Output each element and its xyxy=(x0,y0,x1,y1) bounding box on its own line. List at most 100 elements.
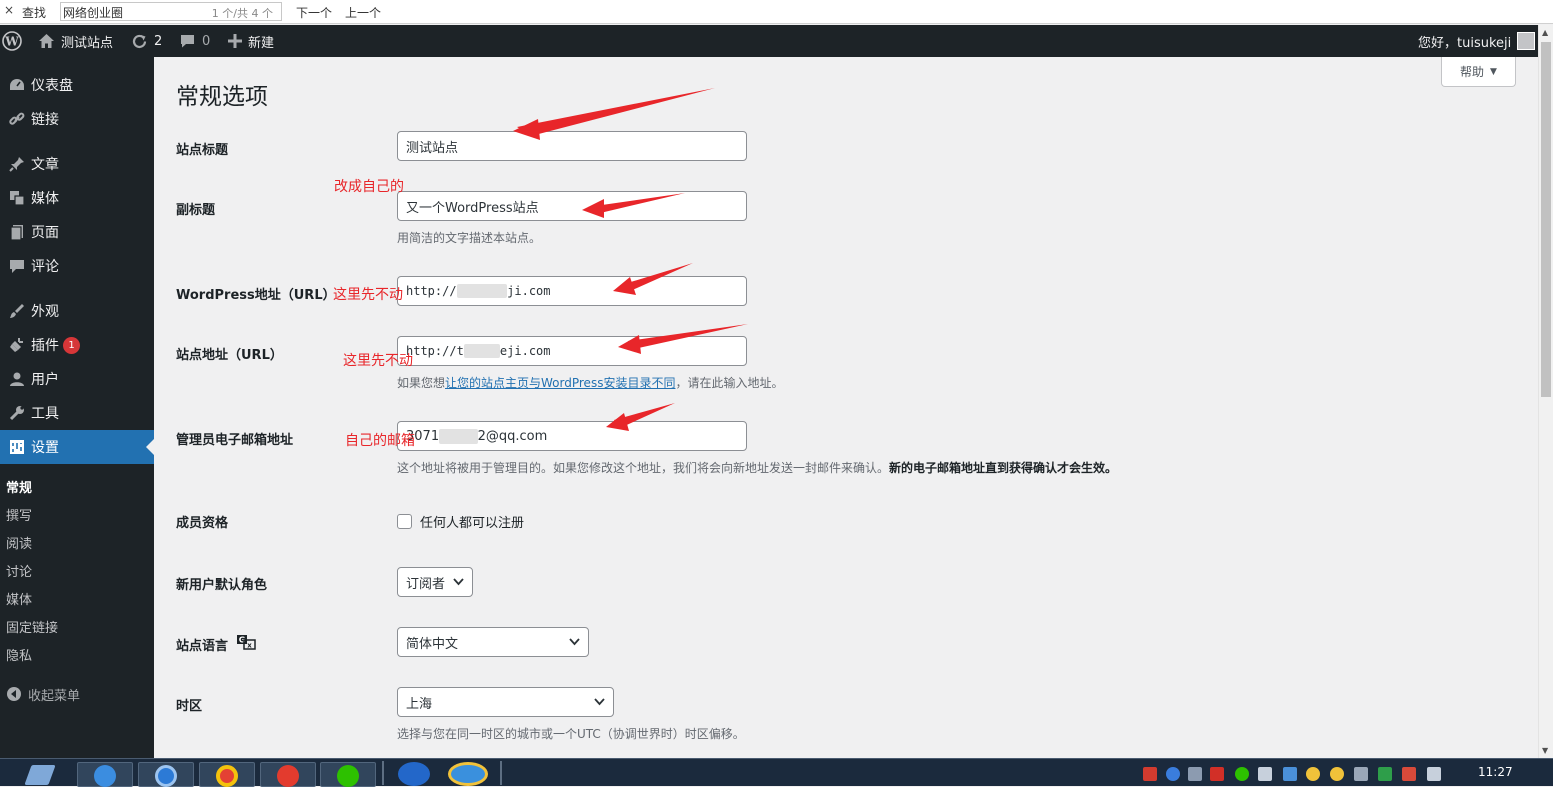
tray-icon[interactable] xyxy=(1283,767,1297,781)
svg-text:x: x xyxy=(247,642,252,650)
new-content-link[interactable]: 新建 xyxy=(228,25,274,57)
tray-icon[interactable] xyxy=(1210,767,1224,781)
timezone-value: 上海 xyxy=(406,696,433,712)
sidebar-item-10[interactable]: 设置 xyxy=(0,430,154,464)
submenu-permalinks[interactable]: 固定链接 xyxy=(6,617,58,636)
wechat-tray-icon[interactable] xyxy=(1235,767,1249,781)
volume-icon[interactable] xyxy=(1258,767,1272,781)
find-close-button[interactable]: × xyxy=(4,3,14,17)
nvidia-icon[interactable] xyxy=(1378,767,1392,781)
taskbar-clock[interactable]: 11:27 xyxy=(1478,765,1513,779)
site-title-label: 站点标题 xyxy=(176,143,229,158)
admin-sidebar: 仪表盘 链接 文章 媒体 页面 评论 外观 插件 1 用户 工具 设置 常规 撰写 阅读 讨论 媒体 … xyxy=(0,57,154,758)
plugin-icon xyxy=(3,336,31,354)
admin-bar: W 测试站点 2 0 新建 您好，tuisukeji xyxy=(0,25,1538,57)
help-icon[interactable] xyxy=(1166,767,1180,781)
taskbar-app-1[interactable] xyxy=(77,762,133,787)
browser-icon xyxy=(216,765,238,787)
taskbar-separator xyxy=(382,761,384,785)
sidebar-item-label: 媒体 xyxy=(31,191,59,207)
default-role-select[interactable]: 订阅者 xyxy=(397,567,473,597)
site-language-select[interactable]: 简体中文 xyxy=(397,627,589,657)
help-tab-button[interactable]: 帮助 ▼ xyxy=(1441,57,1516,87)
refresh-icon xyxy=(131,33,148,50)
flash-icon[interactable] xyxy=(398,762,430,786)
site-language-label: 站点语言 Gx xyxy=(176,634,256,654)
taskbar-chrome[interactable] xyxy=(199,762,255,787)
scroll-up-icon[interactable]: ▲ xyxy=(1542,28,1548,37)
comment-icon xyxy=(3,257,31,275)
submenu-media[interactable]: 媒体 xyxy=(6,589,32,608)
find-input[interactable]: 网络创业圈 1 个/共 4 个 xyxy=(60,2,282,21)
qq-icon[interactable] xyxy=(1306,767,1320,781)
membership-checkbox-label: 任何人都可以注册 xyxy=(420,516,525,531)
sidebar-item-0[interactable]: 仪表盘 xyxy=(0,68,154,102)
sidebar-item-label: 页面 xyxy=(31,225,59,241)
sidebar-item-label: 插件 xyxy=(31,338,59,354)
taskbar-wechat[interactable] xyxy=(320,762,376,787)
checkbox-box[interactable] xyxy=(397,514,412,529)
sidebar-item-5[interactable]: 评论 xyxy=(0,249,154,283)
tray-icon[interactable] xyxy=(1188,767,1202,781)
chevron-down-icon xyxy=(594,695,605,710)
admin-email-input[interactable]: 3071xxxxx2@qq.com xyxy=(397,421,747,451)
wechat-icon xyxy=(337,765,359,787)
ie-icon[interactable] xyxy=(448,762,488,786)
site-url-input[interactable]: http://tuisukeji.com xyxy=(397,336,747,366)
submenu-reading[interactable]: 阅读 xyxy=(6,533,32,552)
submenu-general[interactable]: 常规 xyxy=(6,477,32,496)
sidebar-item-8[interactable]: 用户 xyxy=(0,362,154,396)
taskbar-app-2[interactable] xyxy=(138,762,194,787)
sidebar-item-2[interactable]: 文章 xyxy=(0,147,154,181)
find-next-button[interactable]: 下一个 xyxy=(296,4,332,21)
sidebar-item-7[interactable]: 插件 1 xyxy=(0,328,154,362)
qq-icon[interactable] xyxy=(1330,767,1344,781)
collapse-menu-button[interactable]: 收起菜单 xyxy=(0,683,154,705)
caret-down-icon: ▼ xyxy=(1490,66,1497,77)
submenu-discussion[interactable]: 讨论 xyxy=(6,561,32,580)
plus-icon xyxy=(228,34,242,48)
wp-url-input[interactable]: http://tuisukeji.com xyxy=(397,276,747,306)
comments-link[interactable]: 0 xyxy=(179,25,210,57)
settings-icon xyxy=(3,438,31,456)
site-title-input[interactable]: 测试站点 xyxy=(397,131,747,161)
scroll-down-icon[interactable]: ▼ xyxy=(1542,746,1548,755)
wordpress-logo-icon[interactable]: W xyxy=(2,25,22,57)
greeting: 您好，tuisukeji xyxy=(1418,35,1512,51)
sidebar-item-label: 工具 xyxy=(31,406,59,422)
site-url-redacted: uisuk xyxy=(463,344,500,358)
wp-url-prefix: http:// xyxy=(406,284,457,298)
tagline-description: 用简洁的文字描述本站点。 xyxy=(397,231,542,245)
user-icon xyxy=(3,370,31,388)
submenu-privacy[interactable]: 隐私 xyxy=(6,645,32,664)
submenu-writing[interactable]: 撰写 xyxy=(6,505,32,524)
wp-url-suffix: ji.com xyxy=(507,284,551,298)
comments-count: 0 xyxy=(202,33,211,49)
site-url-desc-link[interactable]: 让您的站点主页与WordPress安装目录不同 xyxy=(445,376,675,390)
sidebar-item-1[interactable]: 链接 xyxy=(0,102,154,136)
scroll-thumb[interactable] xyxy=(1541,42,1551,397)
timezone-select[interactable]: 上海 xyxy=(397,687,614,717)
chevron-down-icon xyxy=(569,635,580,650)
tray-icon[interactable] xyxy=(1402,767,1416,781)
start-button-icon[interactable] xyxy=(24,765,56,785)
account-menu[interactable]: 您好，tuisukeji xyxy=(1418,25,1536,57)
sidebar-item-label: 外观 xyxy=(31,304,59,320)
find-label: 查找 xyxy=(22,6,47,20)
sidebar-item-4[interactable]: 页面 xyxy=(0,215,154,249)
app-icon xyxy=(155,765,177,787)
tagline-input[interactable]: 又一个WordPress站点 xyxy=(397,191,747,221)
sidebar-item-9[interactable]: 工具 xyxy=(0,396,154,430)
tray-icon[interactable] xyxy=(1354,767,1368,781)
page-scrollbar[interactable]: ▲ ▼ xyxy=(1538,25,1553,758)
taskbar-app-4[interactable] xyxy=(260,762,316,787)
membership-checkbox[interactable]: 任何人都可以注册 xyxy=(397,512,524,531)
network-icon[interactable] xyxy=(1427,767,1441,781)
updates-link[interactable]: 2 xyxy=(131,25,162,57)
sidebar-item-3[interactable]: 媒体 xyxy=(0,181,154,215)
find-prev-button[interactable]: 上一个 xyxy=(345,4,381,21)
sogou-icon[interactable] xyxy=(1143,767,1157,781)
site-name-link[interactable]: 测试站点 xyxy=(38,25,113,57)
find-query: 网络创业圈 xyxy=(63,6,124,20)
sidebar-item-6[interactable]: 外观 xyxy=(0,294,154,328)
